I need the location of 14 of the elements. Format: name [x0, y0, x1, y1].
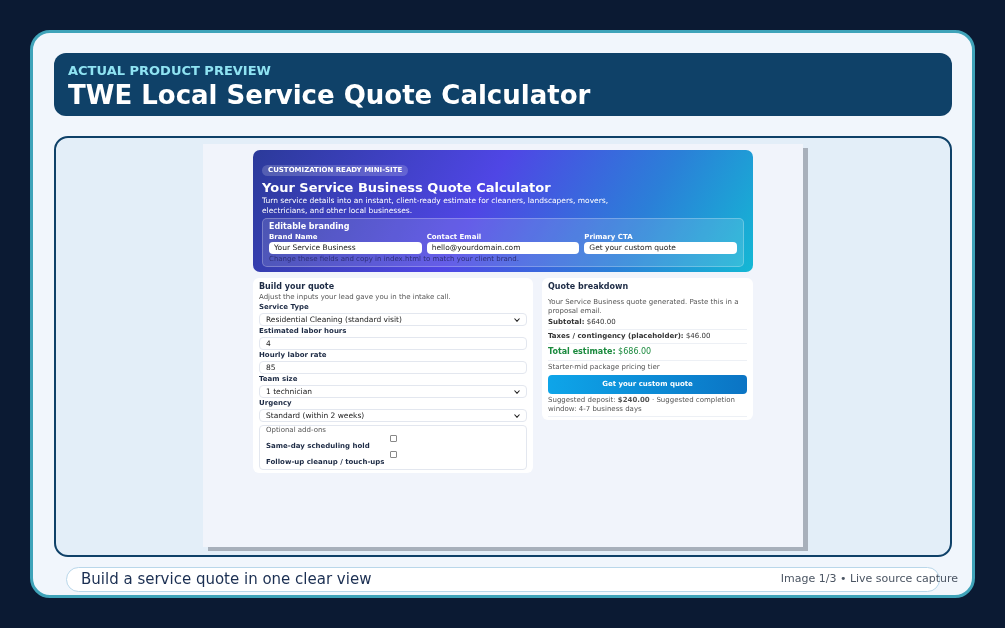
caret-icon: [514, 413, 520, 418]
checkbox[interactable]: [389, 435, 397, 442]
hero-title: Your Service Business Quote Calculator: [262, 180, 552, 196]
card-title: Build your quote: [259, 282, 336, 292]
checkbox[interactable]: [389, 451, 397, 458]
image-counter: Image 1/3 • Live source capture: [780, 571, 958, 588]
caret-icon: [514, 317, 520, 322]
caret-icon: [514, 389, 520, 394]
total-estimate: Total estimate: $686.00: [548, 344, 747, 361]
branding-title: Editable branding: [269, 222, 351, 232]
eyebrow-label: ACTUAL PRODUCT PREVIEW: [68, 63, 272, 79]
page-title: TWE Local Service Quote Calculator: [68, 79, 592, 111]
card-title: Quote breakdown: [548, 282, 630, 292]
caption-text: Build a service quote in one clear view: [81, 569, 372, 591]
